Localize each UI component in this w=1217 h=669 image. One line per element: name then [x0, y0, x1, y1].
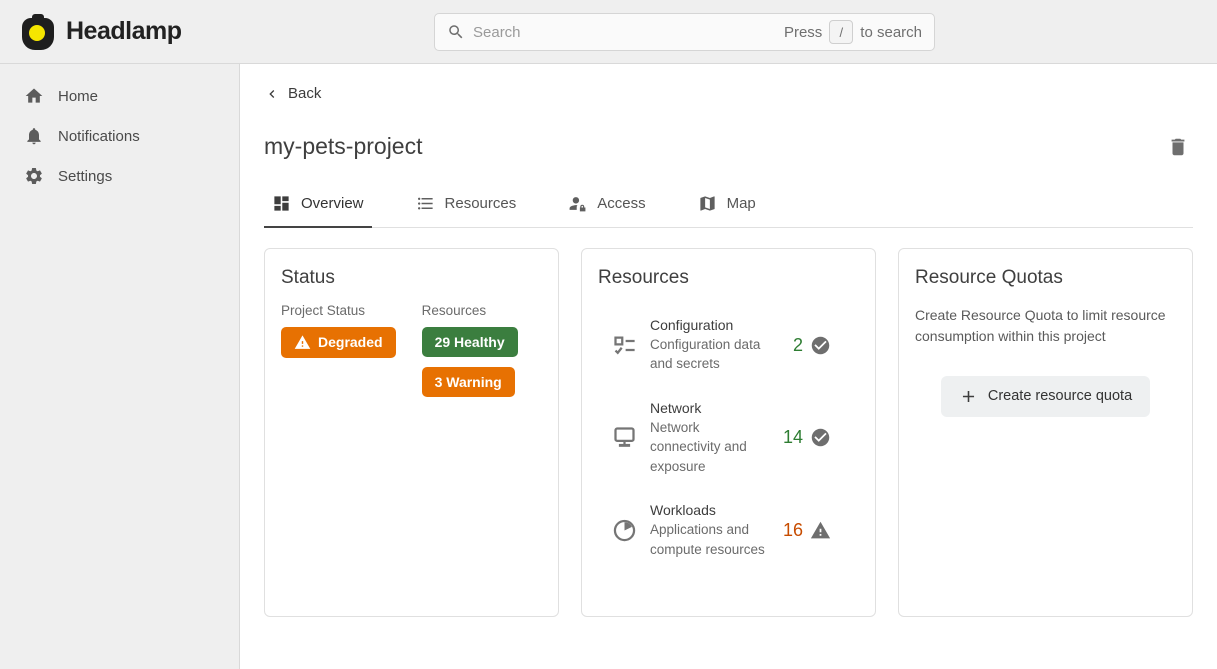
sidebar-item-label: Notifications [58, 128, 140, 145]
badge-text: 3 Warning [435, 374, 502, 390]
check-circle-icon [810, 427, 831, 448]
slash-keycap: / [829, 20, 853, 44]
tab-label: Resources [445, 195, 517, 212]
resource-description: Network connectivity and exposure [650, 418, 768, 477]
gear-icon [24, 166, 44, 186]
search-input[interactable] [473, 24, 776, 41]
delete-project-button[interactable] [1163, 132, 1193, 162]
hint-prefix: Press [784, 24, 822, 41]
resource-description: Applications and compute resources [650, 520, 768, 559]
headlamp-logo-icon [20, 12, 56, 52]
sidebar-item-label: Home [58, 88, 98, 105]
page-title: my-pets-project [264, 133, 422, 160]
resource-quotas-description: Create Resource Quota to limit resource … [915, 305, 1176, 348]
button-label: Create resource quota [988, 388, 1132, 404]
bell-icon [24, 126, 44, 146]
resource-row-workloads[interactable]: Workloads Applications and compute resou… [598, 502, 859, 559]
resource-row-network[interactable]: Network Network connectivity and exposur… [598, 400, 859, 477]
resource-count: 14 [783, 427, 803, 448]
app-name: Headlamp [66, 17, 181, 46]
resource-count: 2 [793, 335, 803, 356]
project-status-label: Project Status [281, 303, 396, 318]
network-icon [598, 424, 650, 451]
badge-text: Degraded [318, 334, 383, 350]
tab-label: Map [727, 195, 756, 212]
warning-icon [810, 520, 831, 541]
map-icon [698, 194, 717, 213]
list-icon [416, 194, 435, 213]
warning-badge: 3 Warning [422, 367, 515, 397]
sidebar-item-notifications[interactable]: Notifications [0, 116, 239, 156]
warning-icon [294, 334, 311, 351]
person-lock-icon [568, 194, 587, 213]
search-icon [447, 23, 465, 41]
checklist-icon [598, 332, 650, 359]
workloads-icon [598, 517, 650, 544]
resource-quotas-card: Resource Quotas Create Resource Quota to… [898, 248, 1193, 617]
resource-name: Configuration [650, 317, 768, 333]
chevron-left-icon [264, 86, 280, 102]
tab-bar: Overview Resources Access Map [264, 186, 1193, 228]
resource-row-configuration[interactable]: Configuration Configuration data and sec… [598, 317, 859, 374]
tab-map[interactable]: Map [690, 186, 764, 228]
resources-card-title: Resources [598, 267, 859, 289]
app-logo: Headlamp [0, 12, 181, 52]
resource-description: Configuration data and secrets [650, 335, 768, 374]
status-card-title: Status [281, 267, 542, 289]
sidebar-item-home[interactable]: Home [0, 76, 239, 116]
back-button[interactable]: Back [264, 85, 321, 102]
create-resource-quota-button[interactable]: Create resource quota [941, 376, 1150, 417]
tab-resources[interactable]: Resources [408, 186, 525, 228]
plus-icon [959, 387, 978, 406]
dashboard-icon [272, 194, 291, 213]
sidebar-item-settings[interactable]: Settings [0, 156, 239, 196]
trash-icon [1167, 136, 1189, 158]
home-icon [24, 86, 44, 106]
resources-status-label: Resources [422, 303, 518, 318]
back-label: Back [288, 85, 321, 102]
check-circle-icon [810, 335, 831, 356]
resource-count: 16 [783, 520, 803, 541]
hint-suffix: to search [860, 24, 922, 41]
resources-card: Resources Configuration Configuration da… [581, 248, 876, 617]
topbar: Headlamp Press / to search [0, 0, 1217, 64]
tab-access[interactable]: Access [560, 186, 653, 228]
global-search[interactable]: Press / to search [434, 13, 935, 51]
resource-quotas-card-title: Resource Quotas [915, 267, 1176, 289]
search-shortcut-hint: Press / to search [784, 20, 922, 44]
tab-overview[interactable]: Overview [264, 186, 372, 228]
resource-name: Workloads [650, 502, 768, 518]
sidebar: Home Notifications Settings [0, 64, 240, 669]
status-card: Status Project Status Degraded Resources [264, 248, 559, 617]
project-status-badge: Degraded [281, 327, 396, 358]
tab-label: Overview [301, 195, 364, 212]
badge-text: 29 Healthy [435, 334, 505, 350]
main-content: Back my-pets-project Overview Reso [240, 64, 1217, 669]
resource-name: Network [650, 400, 768, 416]
healthy-badge: 29 Healthy [422, 327, 518, 357]
resources-status-column: Resources 29 Healthy 3 Warning [422, 303, 518, 407]
project-status-column: Project Status Degraded [281, 303, 396, 407]
sidebar-item-label: Settings [58, 168, 112, 185]
tab-label: Access [597, 195, 645, 212]
